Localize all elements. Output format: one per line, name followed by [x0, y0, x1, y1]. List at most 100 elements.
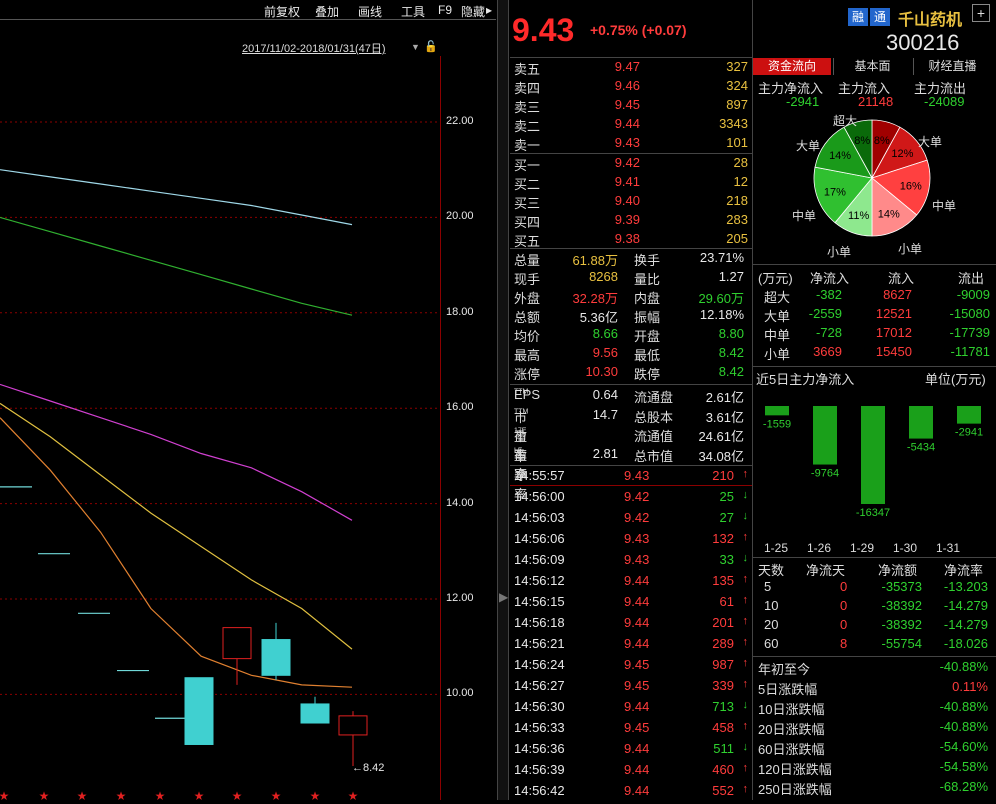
stat-label: 跌停	[634, 367, 661, 382]
perf-row: 5日涨跌幅 0.11%	[756, 679, 992, 698]
tick-row[interactable]: 14:56:42 9.44 552 ↑	[514, 783, 748, 804]
tick-time: 14:56:33	[514, 720, 565, 735]
tab-fundamentals[interactable]: 基本面	[833, 58, 911, 75]
overlay-button[interactable]: 叠加	[315, 3, 339, 20]
buy-row[interactable]: 买二 9.41 12	[514, 174, 748, 193]
pie-label-mr: 中单	[932, 199, 957, 213]
tick-row[interactable]: 14:56:18 9.44 201 ↑	[514, 615, 748, 636]
pie-percent: 14%	[878, 209, 900, 221]
pie-percent: 16%	[900, 180, 922, 192]
sell-row[interactable]: 卖五 9.47 327	[514, 59, 748, 78]
tick-price: 9.44	[624, 615, 650, 630]
stat-value: 8.66	[592, 326, 618, 341]
tick-time: 14:56:00	[514, 489, 565, 504]
event-marker-icon: ★	[348, 789, 359, 800]
sell-row[interactable]: 卖四 9.46 324	[514, 78, 748, 97]
y-tick: 18.00	[446, 306, 474, 318]
down-arrow-icon: ↓	[742, 489, 749, 501]
buy-row[interactable]: 买一 9.42 28	[514, 155, 748, 174]
sell-row[interactable]: 卖三 9.45 897	[514, 97, 748, 116]
days-head: 净流额	[878, 563, 918, 578]
f9-button[interactable]: F9	[438, 3, 452, 17]
tick-volume: 289	[712, 636, 734, 651]
expand-arrow-icon[interactable]: ▶	[499, 590, 508, 604]
flow-net: -728	[815, 325, 842, 340]
perf-row: 60日涨跌幅 -54.60%	[756, 739, 992, 758]
tick-volume: 460	[712, 762, 734, 777]
sell-level: 卖五	[514, 62, 541, 77]
candle-body	[222, 627, 252, 660]
tick-row[interactable]: 14:56:03 9.42 27 ↓	[514, 510, 748, 531]
draw-button[interactable]: 画线	[358, 3, 382, 20]
days-head: 净流率	[944, 563, 984, 578]
tick-volume: 458	[712, 720, 734, 735]
kline-chart[interactable]: ★ ★ ★ ★ ★ ★ ★ ★ ★ ★	[0, 56, 497, 800]
stat-label: 量比	[634, 272, 661, 287]
sell-row[interactable]: 卖二 9.44 3343	[514, 116, 748, 135]
tick-row[interactable]: 14:56:36 9.44 511 ↓	[514, 741, 748, 762]
tab-live[interactable]: 财经直播	[913, 58, 991, 75]
sell-price: 9.44	[614, 116, 640, 131]
stat-label: 最高	[514, 348, 541, 363]
tick-row[interactable]: 14:56:12 9.44 135 ↑	[514, 573, 748, 594]
tick-row[interactable]: 14:56:06 9.43 132 ↑	[514, 531, 748, 552]
buy-row[interactable]: 买四 9.39 283	[514, 212, 748, 231]
buy-price: 9.38	[614, 231, 640, 246]
flow-table-head: (万元) 净流入 流入 流出	[756, 268, 992, 287]
tick-row[interactable]: 14:56:21 9.44 289 ↑	[514, 636, 748, 657]
y-tick: 12.00	[446, 592, 474, 604]
tick-time: 14:55:57	[514, 468, 565, 483]
tick-row[interactable]: 14:56:00 9.42 25 ↓	[514, 489, 748, 510]
ma-line	[0, 169, 353, 226]
tick-price: 9.44	[624, 762, 650, 777]
sell-row[interactable]: 卖一 9.43 101	[514, 135, 748, 154]
lock-icon[interactable]: 🔓	[424, 40, 438, 53]
stat-label: 振幅	[634, 310, 661, 325]
toolbar-arrow-icon[interactable]: ▸	[486, 3, 492, 17]
tick-row[interactable]: 14:56:09 9.43 33 ↓	[514, 552, 748, 573]
panel-divider[interactable]: ▶	[497, 0, 509, 800]
tick-row[interactable]: 14:56:15 9.44 61 ↑	[514, 594, 748, 615]
tick-row[interactable]: 14:56:30 9.44 713 ↓	[514, 699, 748, 720]
tab-fund-flow[interactable]: 资金流向	[753, 58, 831, 75]
perf-row: 年初至今 -40.88%	[756, 659, 992, 678]
pie-percent: 12%	[891, 148, 913, 160]
fq-button[interactable]: 前复权	[264, 3, 300, 20]
tick-volume: 511	[713, 741, 734, 756]
up-arrow-icon: ↑	[742, 657, 749, 669]
tick-row[interactable]: 14:56:39 9.44 460 ↑	[514, 762, 748, 783]
main-out-value: -24089	[924, 94, 965, 109]
tick-price: 9.44	[624, 783, 650, 798]
days-head: 天数	[758, 563, 785, 578]
sell-level: 卖四	[514, 81, 541, 96]
dropdown-icon[interactable]: ▼	[411, 42, 420, 52]
tick-volume: 135	[712, 573, 734, 588]
flow-row: 中单 -728 17012 -17739	[756, 325, 992, 344]
up-arrow-icon: ↑	[742, 783, 749, 795]
date-range[interactable]: 2017/11/02-2018/01/31(47日)	[242, 40, 386, 56]
up-arrow-icon: ↑	[742, 531, 749, 543]
last-price: 9.43	[512, 12, 575, 48]
perf-value: 0.11%	[952, 679, 988, 694]
sell-volume: 101	[726, 135, 748, 150]
perf-row: 250日涨跌幅 -68.28%	[756, 779, 992, 798]
up-arrow-icon: ↑	[742, 594, 749, 606]
tick-row[interactable]: 14:56:24 9.45 987 ↑	[514, 657, 748, 678]
perf-row: 120日涨跌幅 -54.58%	[756, 759, 992, 778]
fund-value: 0.64	[592, 387, 618, 402]
tick-row[interactable]: 14:56:27 9.45 339 ↑	[514, 678, 748, 699]
flow-net: -382	[815, 287, 842, 302]
tools-button[interactable]: 工具	[401, 3, 425, 20]
hide-button[interactable]: 隐藏	[461, 3, 485, 20]
perf-label: 120日涨跌幅	[758, 762, 832, 777]
five-day-value: -5434	[907, 442, 935, 454]
tick-price: 9.44	[624, 741, 650, 756]
tick-time: 14:56:09	[514, 552, 565, 567]
tick-volume: 201	[712, 615, 734, 630]
stat-value: 23.71%	[699, 250, 744, 265]
tick-row[interactable]: 14:56:33 9.45 458 ↑	[514, 720, 748, 741]
tick-time: 14:56:42	[514, 783, 565, 798]
panel-tabs: 资金流向 基本面 财经直播	[753, 58, 996, 75]
buy-row[interactable]: 买三 9.40 218	[514, 193, 748, 212]
days-n: 60	[764, 636, 779, 651]
